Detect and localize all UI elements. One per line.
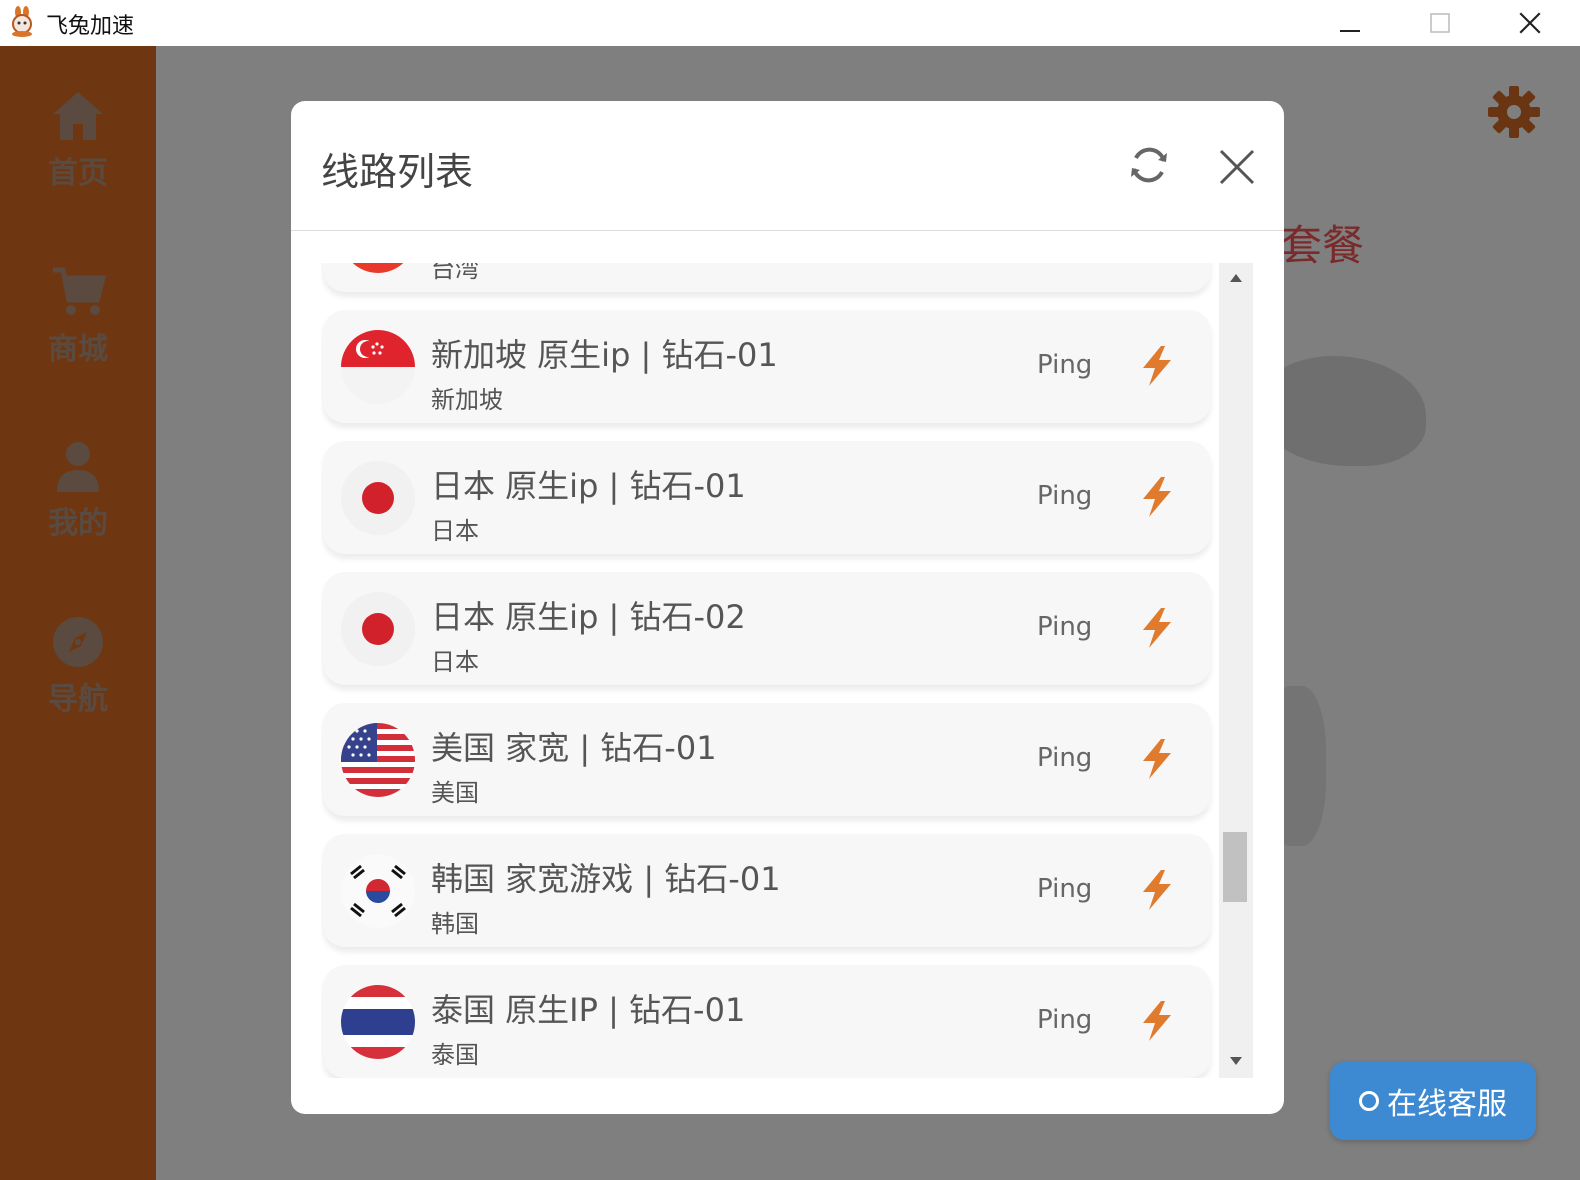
refresh-icon[interactable] [1125,141,1173,189]
minimize-button[interactable] [1305,0,1395,46]
user-icon [57,442,99,492]
ping-label: Ping [1037,350,1093,380]
ping-label: Ping [1037,1005,1093,1035]
title-bar: 飞兔加速 [0,0,1580,46]
modal-header: 线路列表 [291,101,1284,231]
route-name: 日本 原生ip | 钻石-01 [431,467,746,505]
route-name: 美国 家宽 | 钻石-01 [431,729,717,767]
maximize-icon [1430,13,1450,33]
route-region: 日本 [431,648,479,676]
chat-ring-icon [1359,1091,1379,1111]
japan-flag-icon [341,592,415,666]
ping-label: Ping [1037,481,1093,511]
route-list[interactable]: 台湾 Ping 新加坡 原生ip | 钻石-01 新加坡 Ping [321,263,1253,1078]
ping-label: Ping [1037,874,1093,904]
route-row[interactable]: 台湾 Ping [323,263,1211,292]
route-row[interactable]: 韩国 家宽游戏 | 钻石-01 韩国 Ping [323,834,1211,947]
app-title: 飞兔加速 [46,14,135,39]
singapore-flag-icon [341,330,415,404]
online-service-label: 在线客服 [1387,1087,1507,1122]
scroll-down-arrow-icon[interactable] [1227,1052,1245,1068]
ping-label: Ping [1037,743,1093,773]
window-close-button[interactable] [1485,0,1575,46]
route-region: 韩国 [431,910,479,938]
online-service-button[interactable]: 在线客服 [1330,1062,1536,1140]
scrollbar-thumb[interactable] [1223,832,1247,902]
cart-icon [53,267,107,315]
route-row[interactable]: 泰国 原生IP | 钻石-01 泰国 Ping [323,965,1211,1078]
route-row[interactable]: 美国 家宽 | 钻石-01 美国 Ping [323,703,1211,816]
route-row[interactable]: 新加坡 原生ip | 钻石-01 新加坡 Ping [323,310,1211,423]
route-row[interactable]: 日本 原生ip | 钻石-02 日本 Ping [323,572,1211,685]
sidebar-item-label: 首页 [48,156,108,191]
route-region: 日本 [431,517,479,545]
route-name: 泰国 原生IP | 钻石-01 [431,991,746,1029]
close-icon[interactable] [1215,145,1259,189]
maximize-button[interactable] [1395,0,1485,46]
usa-flag-icon [341,723,415,797]
lightning-icon[interactable] [1139,606,1175,650]
sidebar: 首页 商城 我的 导航 [0,46,156,1180]
taiwan-flag-icon [341,263,415,273]
route-region: 新加坡 [431,386,503,414]
scroll-up-arrow-icon[interactable] [1227,271,1245,287]
close-icon [1519,12,1541,34]
plan-heading-partial: 套餐 [1280,221,1365,270]
gear-icon[interactable] [1486,84,1542,140]
japan-flag-icon [341,461,415,535]
lightning-icon[interactable] [1139,344,1175,388]
sidebar-item-label: 商城 [48,332,108,367]
minimize-icon [1340,30,1360,32]
route-name: 韩国 家宽游戏 | 钻石-01 [431,860,781,898]
lightning-icon[interactable] [1139,737,1175,781]
sidebar-item-home[interactable]: 首页 [0,88,156,198]
rabbit-logo-icon [12,6,32,37]
thailand-flag-icon [341,985,415,1059]
route-name: 新加坡 原生ip | 钻石-01 [431,336,778,374]
route-row[interactable]: 日本 原生ip | 钻石-01 日本 Ping [323,441,1211,554]
compass-icon [53,617,103,667]
home-icon [53,92,103,140]
route-region: 泰国 [431,1041,479,1069]
route-region: 台湾 [431,263,479,283]
sidebar-item-label: 导航 [48,682,108,717]
ping-label: Ping [1037,612,1093,642]
route-name: 日本 原生ip | 钻石-02 [431,598,746,636]
sidebar-item-shop[interactable]: 商城 [0,264,156,374]
lightning-icon[interactable] [1139,475,1175,519]
lightning-icon[interactable] [1139,999,1175,1043]
sidebar-item-navigation[interactable]: 导航 [0,614,156,724]
list-scrollbar[interactable] [1219,263,1253,1078]
route-list-modal: 线路列表 台湾 Ping [291,101,1284,1114]
korea-flag-icon [341,854,415,928]
modal-title: 线路列表 [321,150,474,194]
sidebar-item-label: 我的 [48,506,108,541]
route-region: 美国 [431,779,479,807]
lightning-icon[interactable] [1139,868,1175,912]
sidebar-item-mine[interactable]: 我的 [0,438,156,548]
